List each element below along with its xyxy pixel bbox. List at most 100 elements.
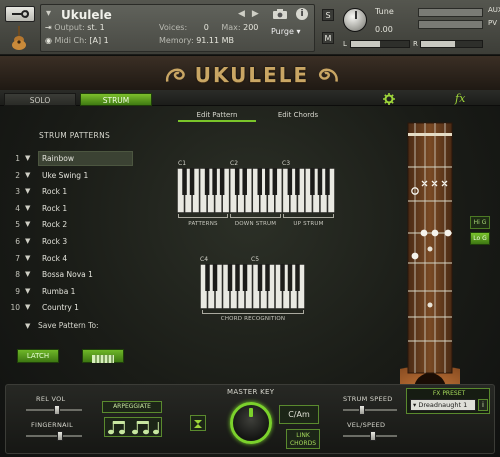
black-key[interactable] xyxy=(257,264,263,291)
black-key[interactable] xyxy=(219,168,225,195)
fx-preset-select[interactable]: ▾ Dreadnaught 1 xyxy=(410,399,476,411)
black-key[interactable] xyxy=(242,168,247,195)
pv-button[interactable]: PV xyxy=(488,19,497,27)
key-display[interactable]: C/Am xyxy=(279,405,319,424)
info-icon[interactable]: i xyxy=(296,8,308,20)
pan-slider[interactable] xyxy=(350,40,410,48)
output-label: Output: xyxy=(54,23,85,32)
keyboard-chord-recognition[interactable] xyxy=(200,264,305,309)
save-pattern-label[interactable]: Save Pattern To: xyxy=(38,321,99,330)
max-value[interactable]: 200 xyxy=(243,23,258,32)
black-key[interactable] xyxy=(272,168,278,195)
black-key[interactable] xyxy=(234,168,240,195)
black-key[interactable] xyxy=(204,168,210,195)
strum-speed-thumb[interactable] xyxy=(358,405,365,415)
pattern-dropdown-arrow-icon[interactable]: ▼ xyxy=(25,303,30,311)
midi-label: Midi Ch: xyxy=(54,36,87,45)
black-key[interactable] xyxy=(212,264,218,291)
tab-strum[interactable]: STRUM xyxy=(80,93,152,106)
tune-knob[interactable] xyxy=(343,8,367,32)
black-key[interactable] xyxy=(265,264,270,291)
vel-speed-slider[interactable] xyxy=(343,431,397,441)
ukulele-fretboard[interactable] xyxy=(400,121,460,401)
black-key[interactable] xyxy=(310,168,315,195)
black-key[interactable] xyxy=(295,168,300,195)
black-key[interactable] xyxy=(287,264,293,291)
fingernail-slider[interactable] xyxy=(26,431,82,441)
pattern-dropdown-arrow-icon[interactable]: ▼ xyxy=(25,237,30,245)
latch-button[interactable]: LATCH xyxy=(17,349,59,363)
black-key[interactable] xyxy=(227,264,233,291)
instrument-menu-arrow-icon[interactable]: ▾ xyxy=(46,8,51,19)
aux-button[interactable]: AUX xyxy=(488,6,500,14)
pattern-dropdown-arrow-icon[interactable]: ▼ xyxy=(25,270,30,278)
camera-icon[interactable] xyxy=(273,9,287,19)
pattern-name: Rainbow xyxy=(42,154,74,163)
fx-info-button[interactable]: i xyxy=(478,399,488,411)
volume-slider[interactable] xyxy=(420,40,483,48)
pattern-dropdown-arrow-icon[interactable]: ▼ xyxy=(25,187,30,195)
black-key[interactable] xyxy=(280,264,285,291)
mute-m-button[interactable]: M xyxy=(322,32,334,44)
pattern-keys-button[interactable] xyxy=(82,349,124,363)
pattern-dropdown-arrow-icon[interactable]: ▼ xyxy=(25,204,30,212)
strum-pattern-item[interactable]: 9 ▼ Rumba 1 xyxy=(10,284,135,301)
instrument-name[interactable]: Ukulele xyxy=(61,8,112,22)
pattern-dropdown-arrow-icon[interactable]: ▼ xyxy=(25,154,30,162)
black-key[interactable] xyxy=(205,264,210,291)
fingernail-thumb[interactable] xyxy=(56,431,63,441)
arpeggiate-button[interactable]: ARPEGGIATE xyxy=(102,401,162,413)
gear-icon[interactable] xyxy=(383,93,395,105)
strum-pattern-item[interactable]: 10 ▼ Country 1 xyxy=(10,300,135,317)
solo-s-button[interactable]: S xyxy=(322,9,334,21)
link-chords-button[interactable]: LINK CHORDS xyxy=(286,429,320,449)
output-value: st. 1 xyxy=(87,23,105,32)
output-row[interactable]: ⇥ Output: st. 1 xyxy=(45,23,105,32)
strum-speed-slider[interactable] xyxy=(343,405,397,415)
lo-g-button[interactable]: Lo G xyxy=(470,232,490,245)
instrument-nav-arrows-icon[interactable]: ◀▶ xyxy=(238,9,266,19)
black-key[interactable] xyxy=(257,168,263,195)
randomize-button[interactable] xyxy=(190,415,206,431)
tab-fx[interactable]: fx xyxy=(455,92,465,105)
strum-pattern-item[interactable]: 8 ▼ Bossa Nova 1 xyxy=(10,267,135,284)
tab-solo[interactable]: SOLO xyxy=(4,93,76,106)
strum-pattern-item[interactable]: 7 ▼ Rock 4 xyxy=(10,251,135,268)
strum-pattern-item[interactable]: 5 ▼ Rock 2 xyxy=(10,217,135,234)
black-key[interactable] xyxy=(212,168,217,195)
black-key[interactable] xyxy=(265,168,270,195)
master-key-knob[interactable] xyxy=(230,402,272,444)
rel-vol-slider[interactable] xyxy=(26,405,82,415)
wrench-button[interactable] xyxy=(5,6,35,22)
black-key[interactable] xyxy=(235,264,240,291)
black-key[interactable] xyxy=(317,168,323,195)
black-key[interactable] xyxy=(325,168,330,195)
black-key[interactable] xyxy=(189,168,195,195)
level-meter-left xyxy=(418,8,483,17)
midi-row[interactable]: ◉ Midi Ch: [A] 1 xyxy=(45,36,109,45)
pattern-dropdown-arrow-icon[interactable]: ▼ xyxy=(25,254,30,262)
strum-pattern-item[interactable]: 4 ▼ Rock 1 xyxy=(10,201,135,218)
arpeggio-pattern-display[interactable] xyxy=(104,417,162,437)
keyboard-patterns-strum[interactable] xyxy=(177,168,335,213)
black-key[interactable] xyxy=(182,168,187,195)
rel-vol-thumb[interactable] xyxy=(53,405,60,415)
strum-pattern-item[interactable]: 3 ▼ Rock 1 xyxy=(10,184,135,201)
hi-g-button[interactable]: Hi G xyxy=(470,216,490,229)
strum-pattern-item[interactable]: 6 ▼ Rock 3 xyxy=(10,234,135,251)
black-key[interactable] xyxy=(242,264,248,291)
save-pattern-arrow-icon[interactable]: ▼ xyxy=(25,322,30,330)
black-key[interactable] xyxy=(287,168,293,195)
vel-speed-thumb[interactable] xyxy=(369,431,376,441)
pattern-dropdown-arrow-icon[interactable]: ▼ xyxy=(25,171,30,179)
kb1-caption-patterns: PATTERNS xyxy=(188,221,218,227)
tab-edit-pattern[interactable]: Edit Pattern xyxy=(178,108,256,122)
purge-button[interactable]: Purge ▾ xyxy=(271,27,300,36)
pattern-number: 1 xyxy=(15,154,20,163)
pattern-dropdown-arrow-icon[interactable]: ▼ xyxy=(25,220,30,228)
strum-pattern-item[interactable]: 1 ▼ Rainbow xyxy=(10,151,135,168)
pattern-dropdown-arrow-icon[interactable]: ▼ xyxy=(25,287,30,295)
strum-pattern-item[interactable]: 2 ▼ Uke Swing 1 xyxy=(10,168,135,185)
tab-edit-chords[interactable]: Edit Chords xyxy=(258,108,338,122)
black-key[interactable] xyxy=(295,264,300,291)
